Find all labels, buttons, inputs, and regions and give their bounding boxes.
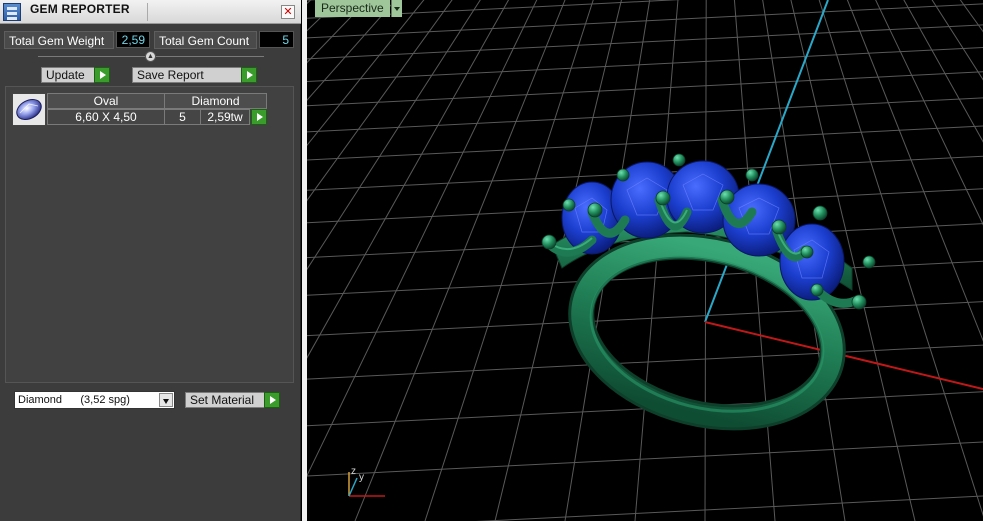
oval-gem-icon[interactable]	[12, 93, 46, 126]
chevron-down-icon[interactable]	[391, 0, 402, 17]
grid-line	[307, 0, 551, 521]
grid-line	[307, 0, 577, 521]
grid-line	[307, 0, 631, 521]
viewport-canvas	[307, 0, 983, 521]
save-report-button-label: Save Report	[137, 68, 204, 82]
grid-line	[475, 495, 983, 521]
perspective-viewport[interactable]: Perspective z y	[302, 0, 983, 521]
gem-count-cell: 5	[164, 109, 201, 125]
gem-material-cell: Diamond	[164, 93, 267, 109]
collapse-up-icon[interactable]: ▲	[145, 51, 156, 62]
grid-line	[307, 0, 543, 521]
viewport-label[interactable]: Perspective	[315, 0, 390, 17]
panel-titlebar: GEM REPORTER ✕	[0, 0, 301, 24]
grid-line	[307, 441, 983, 477]
grid-line	[307, 3, 983, 39]
grid-line	[307, 0, 564, 521]
grid-line	[307, 0, 640, 521]
material-select-value: Diamond (3,52 spg)	[18, 394, 130, 406]
gem-weight-cell: 2,59tw	[200, 109, 250, 125]
play-arrow-icon	[94, 67, 110, 83]
panel-title: GEM REPORTER	[30, 2, 130, 16]
grid-line	[307, 0, 602, 521]
grid-line	[307, 0, 635, 521]
grid-line	[307, 0, 556, 521]
set-material-button-label: Set Material	[190, 393, 255, 407]
total-gem-count-value: 5	[259, 31, 294, 48]
grid-line	[307, 301, 983, 337]
row-action-button[interactable]	[250, 109, 267, 125]
axis-gizmo-icon: z y	[348, 466, 385, 497]
grid-line	[307, 0, 589, 521]
gem-reporter-panel: GEM REPORTER ✕ Total Gem Weight 2,59 Tot…	[0, 0, 301, 521]
grid-line	[307, 0, 568, 521]
play-arrow-icon	[241, 67, 257, 83]
grid-line	[307, 0, 572, 521]
grid-line	[307, 71, 983, 107]
total-gem-weight-label: Total Gem Weight	[4, 31, 114, 49]
gem-report-list: Oval Diamond 6,60 X 4,50 5 2,59tw	[5, 86, 294, 383]
play-arrow-icon	[264, 392, 280, 408]
grid-line	[307, 97, 983, 133]
gem-reporter-icon	[3, 3, 21, 21]
grid-line	[307, 0, 560, 521]
total-gem-weight-value: 2,59	[116, 31, 150, 48]
set-material-button[interactable]: Set Material	[185, 392, 280, 408]
grid-line	[307, 0, 547, 521]
axis-z-label: z	[351, 466, 356, 477]
title-separator	[147, 3, 148, 21]
update-button-label: Update	[46, 68, 85, 82]
gem-shape-cell: Oval	[47, 93, 165, 109]
grid-line	[307, 0, 627, 521]
play-arrow-icon	[251, 109, 267, 125]
material-select[interactable]: Diamond (3,52 spg)	[14, 391, 175, 409]
grid-line	[307, 46, 983, 82]
chevron-down-icon	[159, 393, 173, 407]
grid-line	[307, 0, 585, 521]
axis-y-label: y	[359, 472, 364, 483]
grid-line	[307, 125, 983, 161]
grid-line	[307, 0, 598, 521]
total-gem-count-label: Total Gem Count	[154, 31, 257, 49]
save-report-button[interactable]: Save Report	[132, 67, 257, 83]
grid-line	[307, 344, 983, 380]
update-button[interactable]: Update	[41, 67, 110, 83]
close-button[interactable]: ✕	[281, 5, 295, 19]
grid-line	[307, 0, 539, 521]
grid-line	[307, 0, 644, 521]
gem-size-cell: 6,60 X 4,50	[47, 109, 165, 125]
grid-line	[307, 0, 581, 521]
